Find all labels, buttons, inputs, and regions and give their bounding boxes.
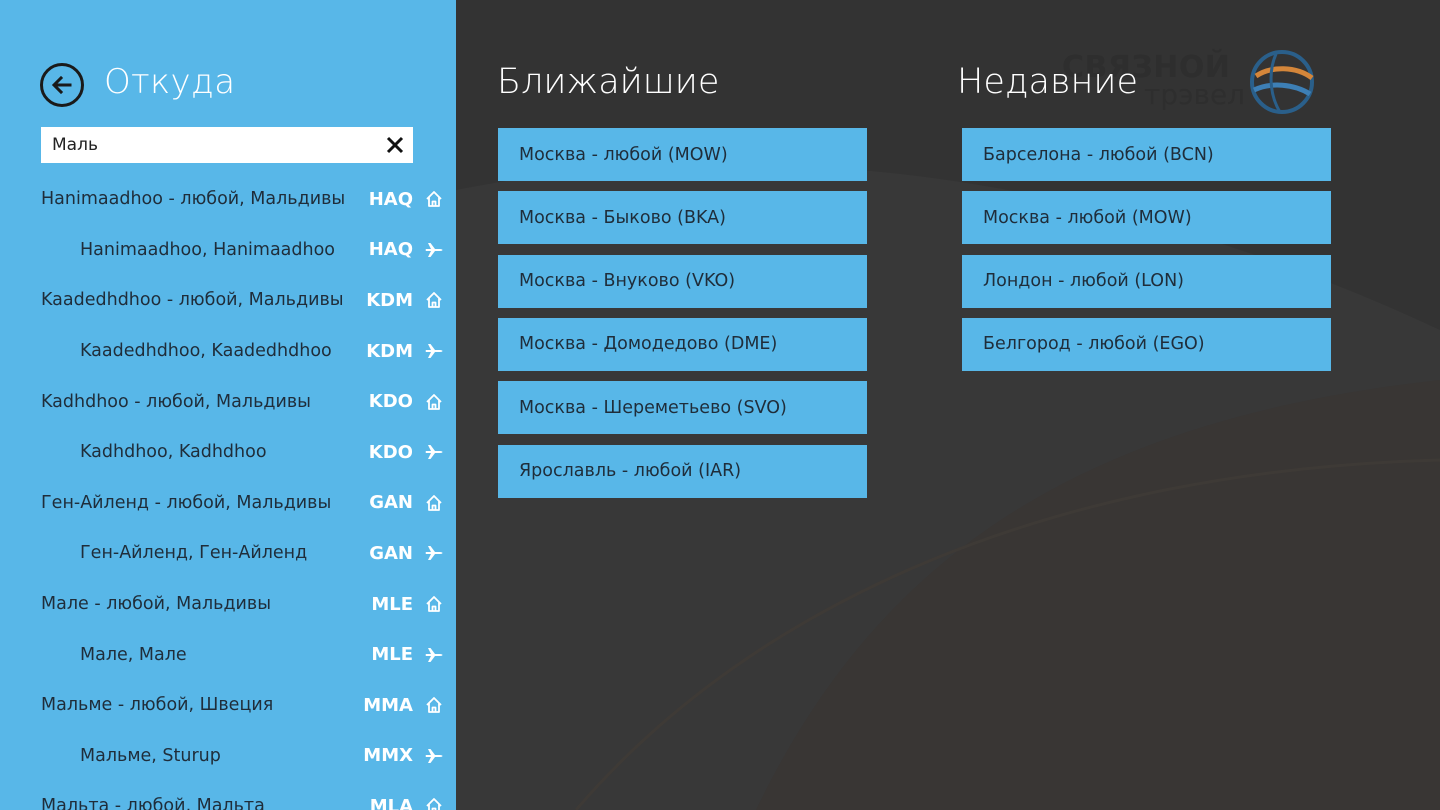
result-code: MLE (371, 593, 413, 615)
city-result-item[interactable]: Мальта - любой, Мальта MLA (0, 781, 456, 810)
result-code: GAN (369, 492, 413, 514)
result-name: Ген-Айленд - любой, Мальдивы (41, 492, 332, 513)
recent-section-title: Недавние (957, 62, 1138, 102)
airport-result-item[interactable]: Kadhdhoo, Kadhdhoo KDO (0, 427, 456, 478)
result-name: Ген-Айленд, Ген-Айленд (80, 543, 308, 564)
back-arrow-icon (51, 75, 72, 95)
search-results-list: Hanimaadhoo - любой, Мальдивы HAQ Hanimaad… (0, 174, 456, 810)
nearest-airport-tile[interactable]: Москва - Внуково (VKO) (498, 254, 867, 308)
home-icon (423, 694, 445, 716)
recent-airport-tile[interactable]: Барселона - любой (BCN) (962, 128, 1331, 181)
logo-text-bottom: трэвел (1144, 78, 1246, 111)
back-button[interactable] (40, 63, 84, 107)
result-code: HAQ (368, 188, 413, 210)
home-icon (423, 391, 445, 413)
result-code: MMX (363, 745, 413, 767)
home-icon (423, 492, 445, 514)
city-result-item[interactable]: Мальме - любой, Швеция MMA (0, 680, 456, 731)
result-name: Мальта - любой, Мальта (41, 796, 265, 810)
nearest-section-title: Ближайшие (497, 62, 720, 102)
recent-airport-tile[interactable]: Москва - любой (MOW) (962, 191, 1331, 245)
result-code: GAN (369, 542, 413, 564)
nearest-airport-tile[interactable]: Москва - Быково (BKA) (498, 191, 867, 245)
recent-airport-tile[interactable]: Лондон - любой (LON) (962, 254, 1331, 308)
airport-result-item[interactable]: Мале, Мале MLE (0, 629, 456, 680)
close-icon (386, 136, 404, 154)
result-name: Мале, Мале (80, 644, 187, 665)
nearest-airport-tile[interactable]: Москва - Шереметьево (SVO) (498, 381, 867, 435)
airport-result-item[interactable]: Kaadedhdhoo, Kaadedhdhoo KDM (0, 326, 456, 377)
home-icon (423, 593, 445, 615)
search-input[interactable] (41, 127, 377, 163)
airplane-icon (423, 745, 445, 767)
result-name: Мальме - любой, Швеция (41, 695, 274, 716)
result-code: MLA (369, 795, 413, 810)
airport-result-item[interactable]: Ген-Айленд, Ген-Айленд GAN (0, 528, 456, 579)
result-name: Kaadedhdhoo - любой, Мальдивы (41, 290, 344, 311)
airport-result-item[interactable]: Мальме, Sturup MMX (0, 731, 456, 782)
search-box (41, 127, 413, 163)
recent-airport-tile[interactable]: Белгород - любой (EGO) (962, 317, 1331, 371)
result-name: Hanimaadhoo, Hanimaadhoo (80, 239, 336, 260)
page-title: Откуда (104, 62, 236, 102)
airplane-icon (423, 239, 445, 261)
airport-result-item[interactable]: Hanimaadhoo, Hanimaadhoo HAQ (0, 225, 456, 276)
airplane-icon (423, 340, 445, 362)
result-code: KDO (368, 391, 413, 413)
airplane-icon (423, 644, 445, 666)
city-result-item[interactable]: Kadhdhoo - любой, Мальдивы KDO (0, 376, 456, 427)
airplane-icon (423, 441, 445, 463)
result-name: Мале - любой, Мальдивы (41, 594, 272, 615)
result-name: Kadhdhoo, Kadhdhoo (80, 442, 267, 463)
result-code: KDM (366, 289, 413, 311)
home-icon (423, 188, 445, 210)
nearest-airport-tile[interactable]: Ярославль - любой (IAR) (498, 444, 867, 498)
result-name: Hanimaadhoo - любой, Мальдивы (41, 189, 346, 210)
result-code: KDM (366, 340, 413, 362)
origin-search-panel: Откуда Hanimaadhoo - любой, МальдивыHAQH… (0, 0, 456, 810)
result-code: MLE (371, 644, 413, 666)
result-name: Kaadedhdhoo, Kaadedhdhoo (80, 341, 332, 362)
home-icon (423, 289, 445, 311)
airplane-icon (423, 542, 445, 564)
city-result-item[interactable]: Hanimaadhoo - любой, Мальдивы HAQ (0, 174, 456, 225)
globe-icon (1250, 50, 1314, 114)
city-result-item[interactable]: Мале - любой, Мальдивы MLE (0, 579, 456, 630)
result-name: Мальме, Sturup (80, 745, 221, 766)
nearest-airport-tile[interactable]: Москва - Домодедово (DME) (498, 317, 867, 371)
city-result-item[interactable]: Ген-Айленд - любой, Мальдивы GAN (0, 478, 456, 529)
city-result-item[interactable]: Kaadedhdhoo - любой, Мальдивы KDM (0, 275, 456, 326)
result-code: HAQ (368, 239, 413, 261)
result-name: Kadhdhoo - любой, Мальдивы (41, 391, 311, 412)
clear-search-button[interactable] (377, 127, 413, 163)
result-code: MMA (363, 694, 413, 716)
nearest-airport-tile[interactable]: Москва - любой (MOW) (498, 128, 867, 181)
result-code: KDO (368, 441, 413, 463)
main-area: СВЯЗНОЙ трэвел Ближайшие Недавние Москва… (456, 0, 1440, 810)
home-icon (423, 795, 445, 810)
